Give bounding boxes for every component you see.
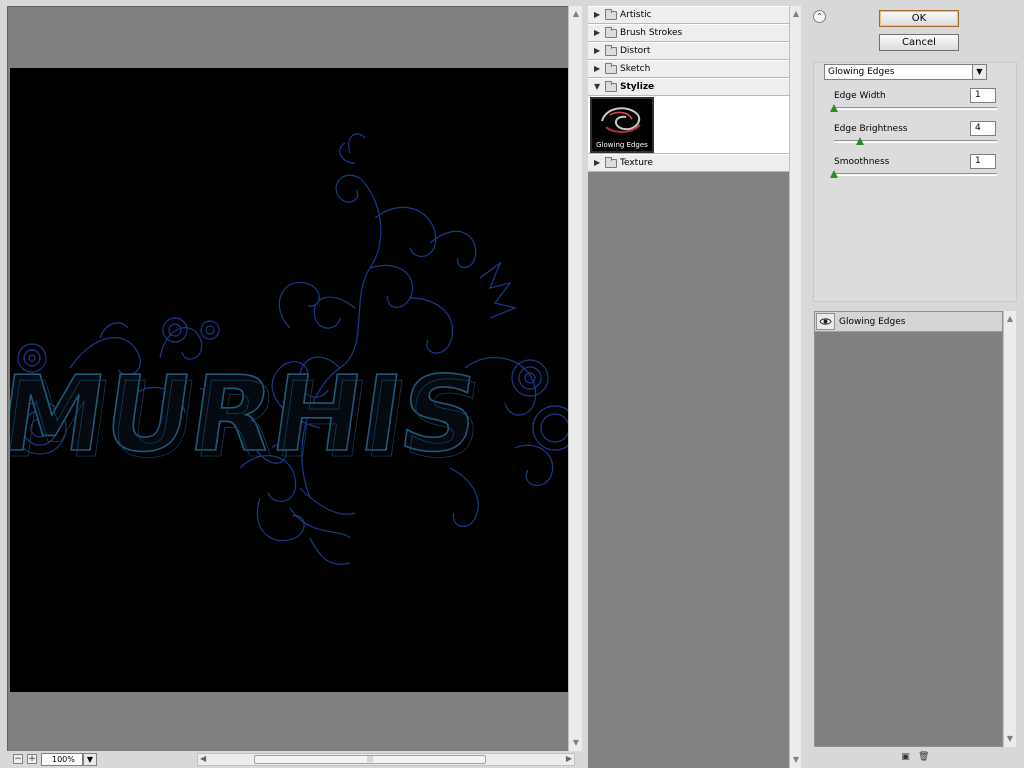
edge-width-slider[interactable] xyxy=(830,104,997,112)
category-label: Brush Strokes xyxy=(620,28,683,38)
edge-width-label: Edge Width xyxy=(834,91,886,101)
expand-triangle-icon[interactable]: ▶ xyxy=(594,10,600,19)
expand-triangle-icon[interactable]: ▶ xyxy=(594,28,600,37)
smoothness-label: Smoothness xyxy=(834,157,890,167)
collapse-gallery-button[interactable]: ⌃ xyxy=(813,10,826,23)
category-brush-strokes[interactable]: ▶ Brush Strokes xyxy=(588,24,789,42)
category-label: Stylize xyxy=(620,82,655,92)
scroll-down-icon[interactable]: ▼ xyxy=(570,737,582,749)
category-label: Texture xyxy=(620,158,653,168)
preview-pane[interactable]: MURHIS MURHIS xyxy=(7,6,568,751)
zoom-level-field[interactable]: 100% xyxy=(41,753,83,766)
folder-open-icon xyxy=(605,81,617,92)
edge-brightness-input[interactable]: 4 xyxy=(970,121,996,136)
new-layer-icon[interactable]: ▣ xyxy=(900,752,911,763)
edge-brightness-label: Edge Brightness xyxy=(834,124,908,134)
thumbnail-label: Glowing Edges xyxy=(596,141,648,149)
slider-knob[interactable] xyxy=(830,170,838,178)
preview-vertical-scrollbar[interactable]: ▲ ▼ xyxy=(568,6,582,751)
scroll-right-icon[interactable]: ▶ xyxy=(566,754,572,763)
preview-horizontal-scrollbar[interactable]: ◀ ||| ▶ xyxy=(197,753,575,766)
folder-icon xyxy=(605,9,617,20)
filter-select-value: Glowing Edges xyxy=(828,67,895,77)
expand-triangle-icon[interactable]: ▶ xyxy=(594,46,600,55)
category-label: Artistic xyxy=(620,10,652,20)
eye-icon[interactable] xyxy=(816,313,835,330)
smoothness-slider[interactable] xyxy=(830,170,997,178)
filter-select[interactable]: Glowing Edges ▼ xyxy=(824,64,987,80)
category-texture[interactable]: ▶ Texture xyxy=(588,154,789,172)
thumbnail-image xyxy=(601,107,641,133)
chevron-down-icon[interactable]: ▼ xyxy=(972,65,986,79)
horizontal-scroll-thumb[interactable]: ||| xyxy=(254,755,486,764)
stylize-thumbnails: Glowing Edges xyxy=(588,96,789,154)
double-chevron-up-icon: ⌃ xyxy=(816,12,823,21)
folder-icon xyxy=(605,27,617,38)
trash-icon[interactable]: 🗑 xyxy=(918,752,929,763)
glowing-edges-artwork: MURHIS MURHIS xyxy=(10,133,568,565)
ok-button[interactable]: OK xyxy=(879,10,959,27)
scroll-up-icon[interactable]: ▲ xyxy=(570,8,582,20)
cancel-button[interactable]: Cancel xyxy=(879,34,959,51)
chevron-down-icon: ▼ xyxy=(86,755,94,764)
scroll-up-icon[interactable]: ▲ xyxy=(790,8,802,20)
filter-list-scrollbar[interactable]: ▲ ▼ xyxy=(789,6,801,768)
expand-triangle-icon[interactable]: ▶ xyxy=(594,64,600,73)
scroll-up-icon[interactable]: ▲ xyxy=(1004,313,1016,325)
zoom-out-button[interactable]: − xyxy=(13,754,23,764)
folder-icon xyxy=(605,157,617,168)
canvas-text-shadow: MURHIS xyxy=(10,359,491,480)
collapse-triangle-icon[interactable]: ▼ xyxy=(594,82,600,91)
category-sketch[interactable]: ▶ Sketch xyxy=(588,60,789,78)
preview-canvas[interactable]: MURHIS MURHIS xyxy=(10,68,568,692)
effect-layers-panel: Glowing Edges xyxy=(814,311,1003,747)
layers-scrollbar[interactable]: ▲ ▼ xyxy=(1003,311,1016,747)
category-label: Sketch xyxy=(620,64,651,74)
glowing-edges-thumbnail[interactable]: Glowing Edges xyxy=(590,97,654,153)
folder-icon xyxy=(605,45,617,56)
slider-knob[interactable] xyxy=(856,137,865,145)
scroll-left-icon[interactable]: ◀ xyxy=(200,754,206,763)
scroll-down-icon[interactable]: ▼ xyxy=(790,754,802,766)
category-label: Distort xyxy=(620,46,651,56)
edge-brightness-slider[interactable] xyxy=(834,137,997,145)
zoom-in-button[interactable]: + xyxy=(27,754,37,764)
edge-width-input[interactable]: 1 xyxy=(970,88,996,103)
effect-layer-row[interactable]: Glowing Edges xyxy=(815,312,1002,332)
slider-knob[interactable] xyxy=(830,104,838,112)
category-artistic[interactable]: ▶ Artistic xyxy=(588,6,789,24)
smoothness-input[interactable]: 1 xyxy=(970,154,996,169)
category-distort[interactable]: ▶ Distort xyxy=(588,42,789,60)
scroll-down-icon[interactable]: ▼ xyxy=(1004,733,1016,745)
filter-gallery-list: ▶ Artistic ▶ Brush Strokes ▶ Distort ▶ S… xyxy=(588,6,789,768)
zoom-dropdown-button[interactable]: ▼ xyxy=(83,753,97,766)
folder-icon xyxy=(605,63,617,74)
expand-triangle-icon[interactable]: ▶ xyxy=(594,158,600,167)
effect-layer-label: Glowing Edges xyxy=(839,317,906,327)
preview-toolbar: − + 100% ▼ ◀ ||| ▶ xyxy=(7,751,582,768)
category-stylize[interactable]: ▼ Stylize xyxy=(588,78,789,96)
